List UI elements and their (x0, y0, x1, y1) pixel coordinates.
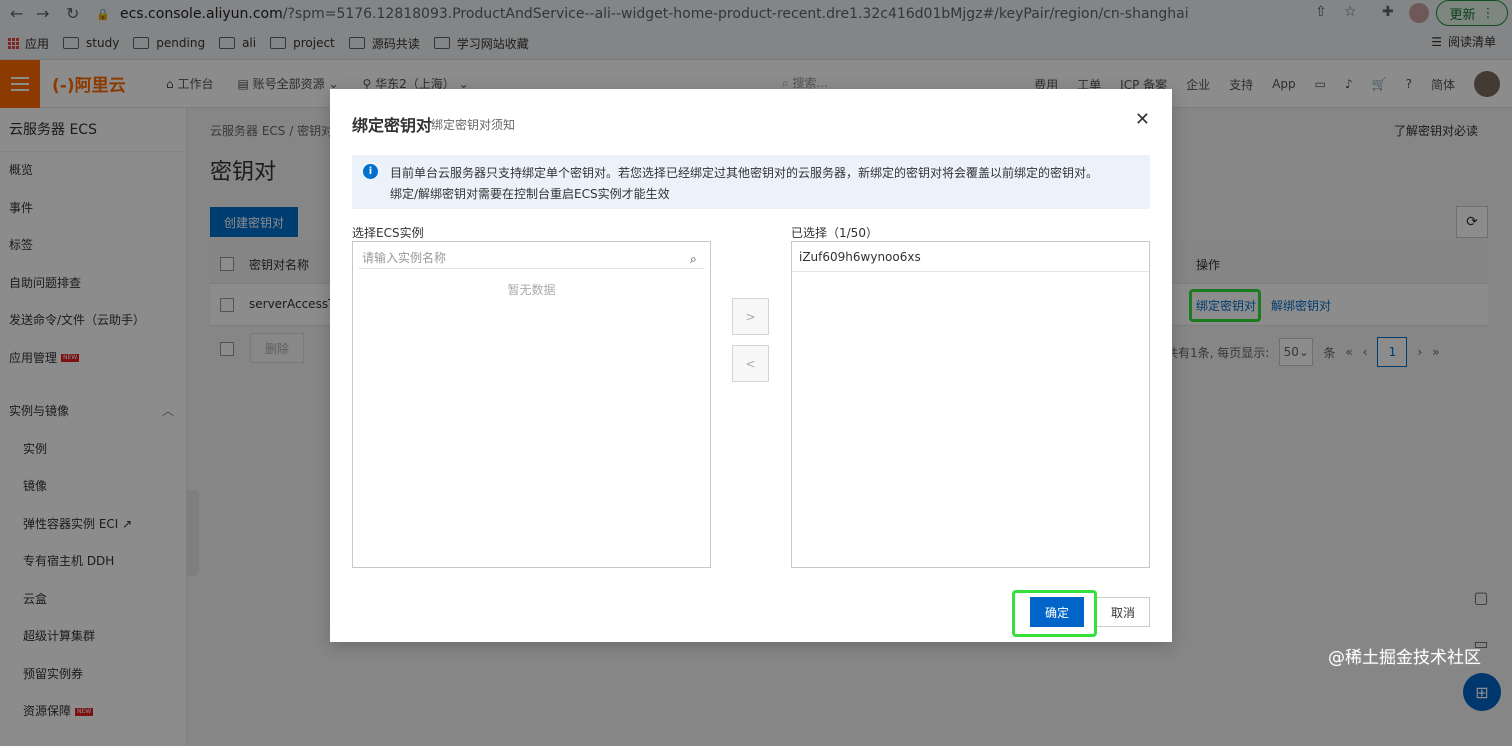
notice-box: i 目前单台云服务器只支持绑定单个密钥对。若您选择已经绑定过其他密钥对的云服务器… (352, 155, 1150, 209)
info-icon: i (363, 164, 378, 179)
notice-line-2: 绑定/解绑密钥对需要在控制台重启ECS实例才能生效 (390, 187, 670, 201)
cancel-button[interactable]: 取消 (1096, 597, 1150, 627)
left-panel-label: 选择ECS实例 (352, 226, 424, 240)
dialog-title: 绑定密钥对 (352, 116, 433, 135)
notice-line-1: 目前单台云服务器只支持绑定单个密钥对。若您选择已经绑定过其他密钥对的云服务器，新… (390, 166, 1099, 180)
move-right-button[interactable]: > (732, 298, 769, 335)
empty-text: 暂无数据 (507, 283, 556, 297)
highlight-confirm (1012, 590, 1097, 637)
close-icon[interactable]: ✕ (1135, 109, 1150, 130)
selected-instances-panel: iZuf609h6wynoo6xs (791, 241, 1150, 568)
available-instances-panel: 请输入实例名称 ⌕ 暂无数据 (352, 241, 711, 568)
selected-instance-item[interactable]: iZuf609h6wynoo6xs (792, 242, 1149, 272)
dialog-subtitle-link[interactable]: 绑定密钥对须知 (431, 116, 515, 133)
right-panel-label: 已选择（1/50） (791, 226, 878, 240)
instance-search-input[interactable]: 请输入实例名称 (358, 247, 705, 269)
watermark: @稀土掘金技术社区 (1328, 648, 1481, 668)
move-left-button[interactable]: < (732, 345, 769, 382)
search-icon[interactable]: ⌕ (690, 252, 697, 267)
bind-keypair-dialog: 绑定密钥对 绑定密钥对须知 ✕ i 目前单台云服务器只支持绑定单个密钥对。若您选… (330, 89, 1172, 642)
